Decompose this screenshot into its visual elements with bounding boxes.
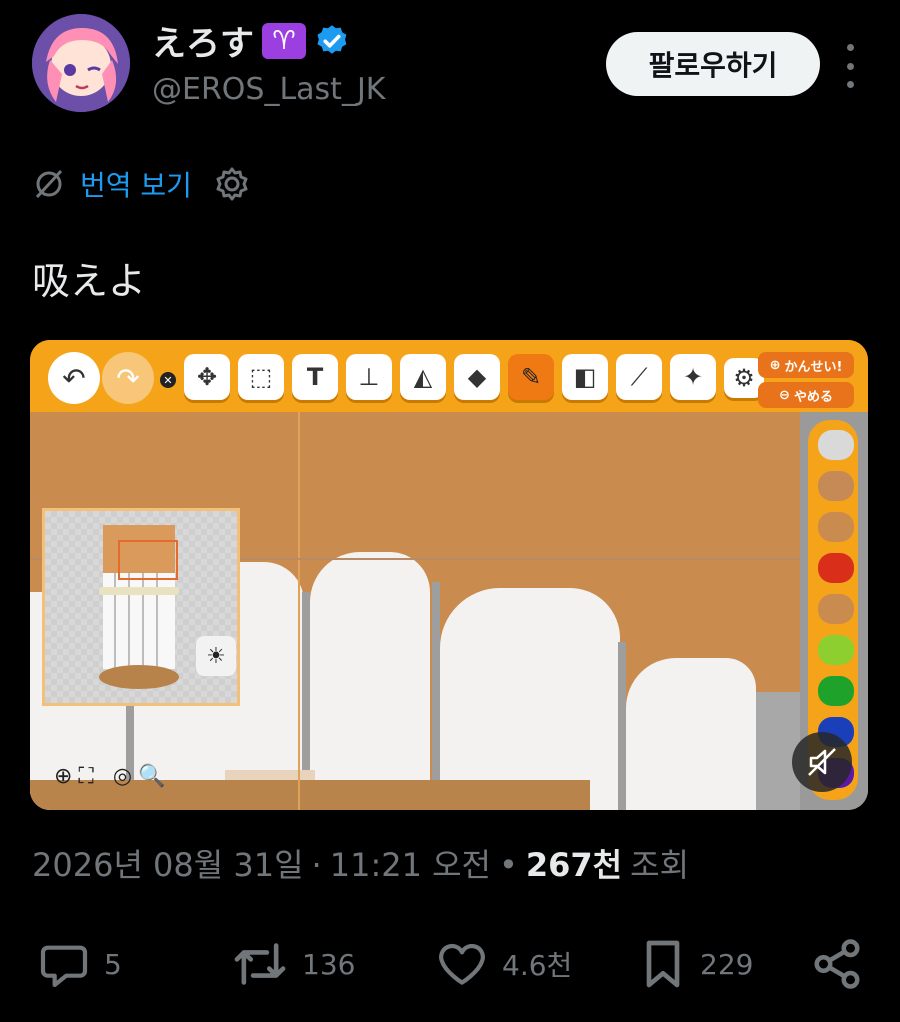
minus-icon: ⊖	[779, 387, 790, 403]
repost-button[interactable]: 136	[230, 936, 355, 992]
palette-swatch	[818, 635, 854, 665]
reply-count: 5	[104, 947, 122, 981]
cigarette-bundle-thumbnail	[99, 525, 179, 689]
canvas-highlight	[225, 770, 315, 780]
done-label: かんせい!	[784, 359, 843, 375]
bookmark-icon	[646, 940, 680, 988]
stamp-icon: ⊥	[346, 354, 392, 400]
avatar-image	[32, 14, 130, 112]
views-label: 조회	[630, 846, 690, 884]
drawing-canvas: ☀ ⊕⛶ ◎🔍	[30, 412, 800, 810]
eraser-icon: ◧	[562, 354, 608, 400]
author-handle[interactable]: @EROS_Last_JK	[152, 72, 385, 107]
palette-swatch	[818, 553, 854, 583]
separator-dot: •	[499, 846, 518, 884]
separator-dot: ·	[311, 846, 322, 884]
translate-row: 번역 보기	[32, 164, 250, 204]
brightness-icon: ☀	[196, 636, 236, 676]
follow-button[interactable]: 팔로우하기	[606, 32, 820, 96]
view-translation-link[interactable]: 번역 보기	[80, 164, 192, 204]
shape-icon: ◭	[400, 354, 446, 400]
tweet-media-video[interactable]: ↶ ↷ ✕ ✥ ⬚ T ⊥ ◭ ◆ ✎ ◧ ⟋ ✦ ⚙ ⊕ かんせい! ⊖ やめ…	[30, 340, 868, 810]
cigarette-edge	[432, 582, 440, 810]
palette-swatch	[818, 676, 854, 706]
author-name-row: えろす ♈	[152, 16, 350, 65]
redo-icon: ↷	[102, 352, 154, 404]
cigarette-filter	[440, 588, 620, 810]
undo-icon: ↶	[48, 352, 100, 404]
action-bar: 5 136 4.6천 229	[32, 936, 868, 996]
cigarette-edge	[618, 642, 626, 810]
select-icon: ⬚	[238, 354, 284, 400]
fill-bucket-icon: ◆	[454, 354, 500, 400]
more-options-icon[interactable]	[838, 44, 862, 88]
palette-swatch	[818, 430, 854, 460]
bookmark-button[interactable]: 229	[638, 936, 753, 992]
gear-icon[interactable]	[214, 166, 250, 202]
plus-icon: ⊕	[769, 357, 781, 373]
mute-icon[interactable]	[792, 732, 852, 792]
repost-icon	[234, 943, 286, 985]
move-icon: ✥	[184, 354, 230, 400]
aries-emoji: ♈	[262, 22, 306, 59]
quit-label: やめる	[793, 389, 833, 405]
reply-button[interactable]: 5	[36, 936, 122, 992]
palette-swatch	[818, 471, 854, 501]
share-button[interactable]	[810, 936, 864, 992]
palette-swatch	[818, 594, 854, 624]
avatar[interactable]	[32, 14, 130, 112]
tweet-date[interactable]: 2026년 08월 31일	[32, 840, 304, 886]
done-pill: ⊕ かんせい!	[758, 352, 854, 378]
close-icon: ✕	[160, 372, 176, 388]
quit-pill: ⊖ やめる	[758, 382, 854, 408]
text-tool-icon: T	[292, 354, 338, 400]
translate-off-icon	[35, 169, 63, 199]
sparkle-icon: ✦	[670, 354, 716, 400]
cigarette-filter	[310, 552, 430, 810]
palette-swatch	[818, 512, 854, 542]
pen-icon: ✎	[508, 354, 554, 400]
author-display-name[interactable]: えろす	[152, 16, 254, 65]
tweet-time[interactable]: 11:21 오전	[330, 840, 491, 886]
reply-icon	[40, 945, 88, 988]
canvas-preview	[42, 508, 240, 706]
drawing-toolbar: ↶ ↷ ✕ ✥ ⬚ T ⊥ ◭ ◆ ✎ ◧ ⟋ ✦ ⚙ ⊕ かんせい! ⊖ やめ…	[30, 340, 868, 412]
canvas-controls-icon: ⊕⛶ ◎🔍	[54, 764, 172, 789]
views-count: 267천	[525, 846, 623, 884]
cigarette-filter	[626, 658, 756, 810]
verified-badge-icon[interactable]	[314, 23, 350, 59]
tweet-text: 吸えよ	[32, 259, 147, 303]
like-count: 4.6천	[502, 949, 573, 982]
tweet-meta: 2026년 08월 31일 · 11:21 오전 • 267천 조회	[32, 840, 689, 886]
eyedropper-icon: ⟋	[616, 354, 662, 400]
repost-count: 136	[302, 947, 356, 981]
share-icon	[814, 939, 860, 989]
heart-icon	[439, 943, 485, 985]
guide-line-vertical	[298, 412, 300, 810]
bookmark-count: 229	[700, 947, 754, 981]
like-button[interactable]: 4.6천	[434, 936, 572, 992]
